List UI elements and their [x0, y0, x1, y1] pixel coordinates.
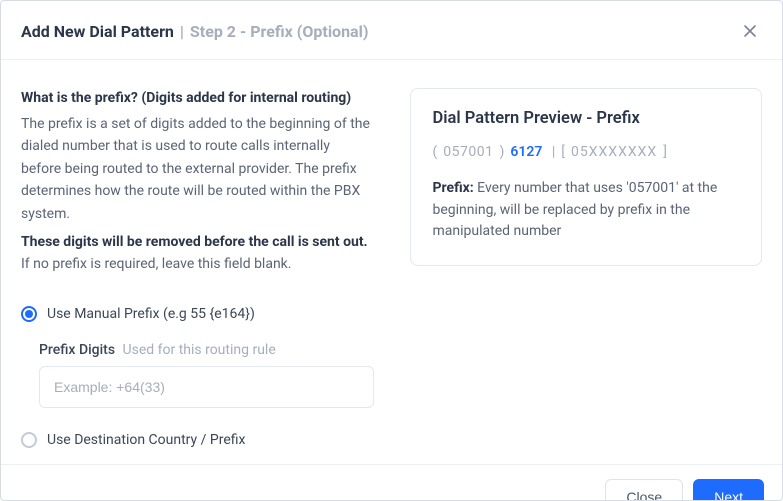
title-main: Add New Dial Pattern [21, 22, 174, 41]
preview-title: Dial Pattern Preview - Prefix [433, 109, 740, 128]
blank-notice: If no prefix is required, leave this fie… [21, 253, 374, 275]
radio-manual-prefix[interactable]: Use Manual Prefix (e.g 55 {e164}) [21, 300, 374, 328]
field-hint: Used for this routing rule [123, 342, 276, 358]
field-label-row: Prefix Digits Used for this routing rule [39, 342, 374, 358]
title-step: Step 2 - Prefix (Optional) [190, 22, 369, 41]
pipe-sep: | [548, 144, 555, 160]
prefix-desc-label: Prefix: [433, 180, 474, 196]
modal-title: Add New Dial Pattern | Step 2 - Prefix (… [21, 22, 368, 41]
bracket-close: ] [663, 144, 667, 160]
next-button[interactable]: Next [693, 479, 764, 501]
radio-dest-label: Use Destination Country / Prefix [47, 432, 245, 448]
modal-header: Add New Dial Pattern | Step 2 - Prefix (… [1, 1, 782, 60]
radio-manual-label: Use Manual Prefix (e.g 55 {e164}) [47, 306, 255, 322]
radio-destination-country[interactable]: Use Destination Country / Prefix [21, 426, 374, 454]
modal-footer: Close Next [1, 464, 782, 501]
form-column: What is the prefix? (Digits added for in… [21, 88, 374, 454]
prefix-digits-field: Prefix Digits Used for this routing rule [39, 342, 374, 408]
preview-card: Dial Pattern Preview - Prefix ( 057001 )… [410, 88, 763, 266]
modal-body: What is the prefix? (Digits added for in… [1, 60, 782, 464]
close-icon[interactable] [738, 19, 762, 43]
prefix-digits-input[interactable] [39, 366, 374, 408]
bracket-open: [ [561, 144, 565, 160]
field-label: Prefix Digits [39, 342, 115, 358]
removal-notice: These digits will be removed before the … [21, 231, 374, 253]
radio-icon [21, 306, 37, 322]
question-heading: What is the prefix? (Digits added for in… [21, 88, 374, 109]
prefix-description: Prefix: Every number that uses '057001' … [433, 178, 740, 243]
paren-open: ( [433, 144, 438, 160]
radio-icon [21, 432, 37, 448]
dial-pattern-modal: Add New Dial Pattern | Step 2 - Prefix (… [0, 0, 783, 501]
title-separator: | [180, 22, 184, 41]
pattern-line: ( 057001 ) 6127 | [ 05XXXXXXX ] [433, 144, 740, 160]
close-button[interactable]: Close [605, 479, 683, 501]
pattern-mask: 05XXXXXXX [571, 144, 657, 160]
preview-column: Dial Pattern Preview - Prefix ( 057001 )… [410, 88, 763, 266]
pattern-prepend: 057001 [443, 144, 493, 160]
explanation-text: The prefix is a set of digits added to t… [21, 113, 374, 225]
prefix-desc-text: Every number that uses '057001' at the b… [433, 180, 718, 239]
paren-close: ) [500, 144, 505, 160]
pattern-prefix: 6127 [510, 144, 542, 160]
